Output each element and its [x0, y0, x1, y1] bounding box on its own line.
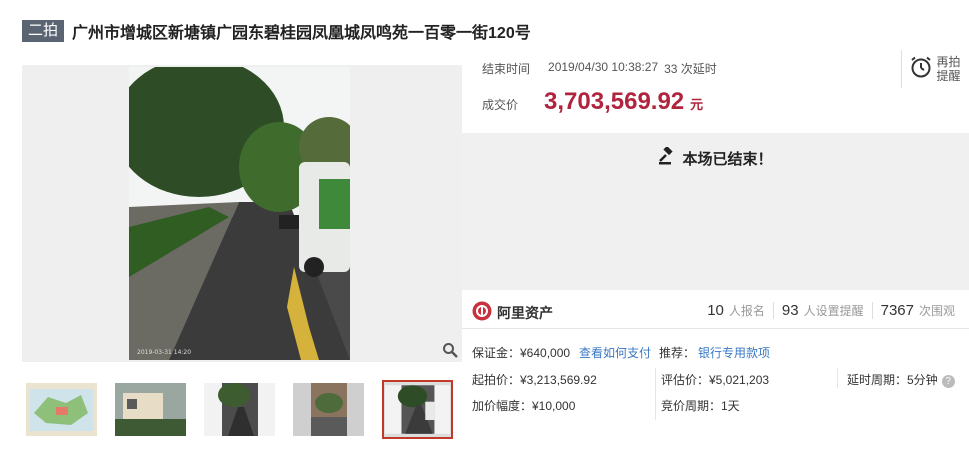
stat-count: 10: [707, 302, 724, 319]
stat-signups: 10 人报名: [699, 302, 773, 319]
auction-status-panel: 本场已结束！: [462, 133, 969, 290]
thumbnail-1[interactable]: [26, 383, 97, 436]
auction-ended-message: 本场已结束！: [462, 145, 969, 169]
page-title: 广州市增城区新塘镇广园东碧桂园凤凰城凤鸣苑一百零一街120号: [72, 25, 531, 42]
stat-label: 次围观: [918, 304, 955, 318]
alarm-clock-icon: [909, 55, 933, 84]
final-price: 3,703,569.92: [544, 88, 685, 115]
end-time-value: 2019/04/30 10:38:27: [548, 60, 659, 74]
auction-stats: 10 人报名 93 人设置提醒 7367 次围观: [699, 302, 963, 319]
auction-details: 保证金：¥640,000 查看如何支付 推荐： 银行专用款项 起拍价：¥3,21…: [462, 336, 969, 446]
price-unit: 元: [690, 97, 704, 112]
divider: [655, 368, 656, 420]
deposit: 保证金：¥640,000: [472, 346, 571, 360]
appraisal-price: 评估价：¥5,021,203: [661, 373, 770, 387]
thumbnail-4[interactable]: [293, 383, 364, 436]
stat-reminders: 93 人设置提醒: [772, 302, 872, 319]
price-row: 成交价 3,703,569.92 元: [482, 88, 703, 116]
bid-period: 竞价周期：1天: [661, 399, 740, 413]
thumbnail-3[interactable]: [204, 383, 275, 436]
remind-label: 再拍提醒: [936, 55, 961, 83]
brand-name: 阿里资产: [497, 304, 553, 321]
remind-button[interactable]: 再拍提醒: [901, 50, 969, 88]
delay-period-text: 延时周期：5分钟: [847, 373, 938, 387]
bank-payment-link[interactable]: 银行专用款项: [698, 344, 770, 361]
thumbnail-5-selected[interactable]: [382, 380, 453, 439]
title-row: 二拍 广州市增城区新塘镇广园东碧桂园凤凰城凤鸣苑一百零一街120号: [22, 19, 531, 43]
how-to-pay-link[interactable]: 查看如何支付: [579, 344, 651, 361]
main-image-viewer[interactable]: 2019-03-31 14:20: [22, 65, 462, 362]
bid-increment: 加价幅度：¥10,000: [472, 399, 576, 413]
stat-count: 93: [781, 302, 799, 319]
brand[interactable]: 阿里资产: [472, 301, 553, 324]
end-time-label: 结束时间: [482, 62, 531, 76]
help-icon[interactable]: ?: [941, 375, 955, 388]
end-time-row: 结束时间 2019/04/30 10:38:27 33 次延时: [482, 60, 717, 77]
thumbnail-strip: [22, 380, 462, 440]
price-label: 成交价: [482, 98, 519, 112]
divider: [837, 368, 838, 388]
thumbnail-2[interactable]: [115, 383, 186, 436]
recommend-label: 推荐：: [659, 346, 696, 360]
brand-stats-row: 阿里资产 10 人报名 93 人设置提醒 7367 次围观: [462, 295, 969, 329]
stat-count: 7367: [880, 302, 914, 319]
delay-count: 33 次延时: [664, 62, 717, 76]
main-photo: 2019-03-31 14:20: [129, 67, 350, 360]
auction-summary: 结束时间 2019/04/30 10:38:27 33 次延时 再拍提醒 成交价…: [462, 50, 969, 130]
stat-views: 7367 次围观: [871, 302, 963, 319]
photo-timestamp: 2019-03-31 14:20: [137, 349, 191, 356]
start-price: 起拍价：¥3,213,569.92: [472, 373, 597, 387]
auction-round-badge: 二拍: [22, 20, 65, 42]
ended-text: 本场已结束！: [682, 150, 773, 168]
delay-period: 延时周期：5分钟?: [847, 371, 955, 388]
gavel-icon: [658, 145, 676, 169]
ali-assets-logo-icon: [472, 301, 492, 324]
stat-label: 人设置提醒: [803, 304, 864, 318]
zoom-icon[interactable]: [438, 338, 462, 362]
stat-label: 人报名: [728, 304, 765, 318]
